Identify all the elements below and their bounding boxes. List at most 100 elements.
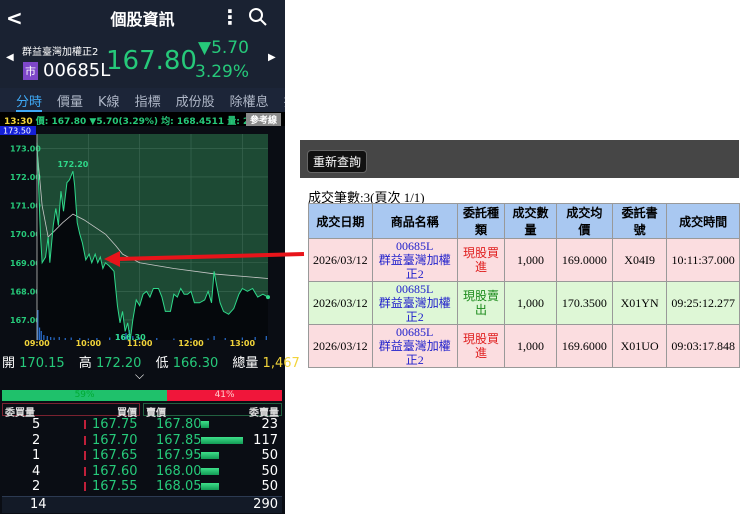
quote-line: 13:30 價: 167.80 ▼5.70(3.29%) 均: 168.4511… <box>0 112 285 127</box>
tab-kline[interactable]: K線 <box>98 88 120 112</box>
query-toolbar: 重新查詢 <box>300 140 739 178</box>
orderbook-row: 2 167.55 168.05 50 <box>2 479 282 495</box>
product[interactable]: 00685L 群益臺灣加權正2 <box>371 324 458 368</box>
order-number: X01UO <box>611 324 668 368</box>
prev-stock-icon[interactable]: ◀ <box>6 52 14 63</box>
bid-volume-bar <box>84 435 86 445</box>
bid-price[interactable]: 167.60 <box>92 464 138 479</box>
bid-ask-ratio-bar: 59% 41% <box>2 390 282 401</box>
tab-price-volume[interactable]: 價量 <box>57 88 83 112</box>
bid-price[interactable]: 167.70 <box>92 433 138 448</box>
volume-label: 總量 <box>232 356 259 371</box>
requery-button[interactable]: 重新查詢 <box>307 150 368 173</box>
chevron-down-icon[interactable]: ⌵ <box>135 368 144 383</box>
tab-discount[interactable]: 折 <box>284 88 285 112</box>
ask-volume: 50 <box>261 479 278 494</box>
product-name: 群益臺灣加權正2 <box>378 296 451 324</box>
product[interactable]: 00685L 群益臺灣加權正2 <box>371 281 458 325</box>
trade-date: 2026/03/12 <box>308 238 373 282</box>
orderbook: 5 167.75 167.80 23 2 167.70 167.85 117 1 1… <box>2 417 282 495</box>
x-tick-label: 13:00 <box>230 339 256 348</box>
intraday-chart: 173.00172.00171.00170.00169.00168.00167.… <box>0 126 270 348</box>
stock-app: < 個股資訊 ⋮ ◀ ▶ 群益臺灣加權正2 市 00685L 167.80 ▼5… <box>0 0 300 514</box>
order-type: 現股賣出 <box>456 281 506 325</box>
bid-price[interactable]: 167.55 <box>92 479 138 494</box>
ask-volume: 23 <box>261 417 278 432</box>
product-code: 00685L <box>396 239 434 253</box>
trade-table: 成交日期 商品名稱 委託種類 成交數量 成交均價 委託書號 成交時間 2026/03/12 … <box>308 203 740 368</box>
ask-volume-bar <box>201 483 220 490</box>
ask-volume: 117 <box>253 432 278 448</box>
bid-volume-bar <box>84 482 86 491</box>
bid-volume: 1 <box>32 448 41 463</box>
ask-volume-bar <box>201 452 220 459</box>
last-price: 167.80 <box>106 46 197 76</box>
stock-name: 群益臺灣加權正2 <box>22 47 99 58</box>
low-label: 低 <box>155 356 169 371</box>
stock-code: 00685L <box>43 60 111 81</box>
orderbook-row: 5 167.75 167.80 23 <box>2 417 282 433</box>
avg-price: 170.3500 <box>555 281 613 325</box>
trade-time: 10:11:37.000 <box>666 238 740 282</box>
back-icon[interactable]: < <box>6 6 23 30</box>
page-title: 個股資訊 <box>110 10 175 29</box>
tab-intraday[interactable]: 分時 <box>16 88 43 112</box>
ask-volume-bar <box>201 467 220 475</box>
search-icon[interactable] <box>248 7 268 27</box>
top-price-label: 173.50 <box>3 127 31 136</box>
high-label: 高 <box>78 356 92 371</box>
ask-price[interactable]: 168.05 <box>156 479 202 494</box>
more-icon[interactable]: ⋮ <box>220 5 240 29</box>
bid-volume-bar <box>84 451 86 460</box>
low-value: 166.30 <box>172 356 219 371</box>
column-header: 商品名稱 <box>371 203 458 239</box>
order-type: 現股買進 <box>456 324 506 368</box>
trade-qty: 1,000 <box>504 238 557 282</box>
avg-price: 169.6000 <box>555 324 613 368</box>
ask-price[interactable]: 167.95 <box>156 448 202 463</box>
column-header: 成交日期 <box>308 203 373 239</box>
next-stock-icon[interactable]: ▶ <box>268 52 276 63</box>
price-change: ▼5.70 <box>198 38 249 58</box>
tab-dividends[interactable]: 除權息 <box>230 88 269 112</box>
ask-price[interactable]: 167.80 <box>156 417 202 432</box>
table-row: 2026/03/12 00685L 群益臺灣加權正2 現股買進 1,000 169… <box>308 238 740 282</box>
bid-price[interactable]: 167.75 <box>92 417 138 432</box>
x-tick-label: 09:00 <box>24 339 50 348</box>
trade-date: 2026/03/12 <box>308 324 373 368</box>
tab-components[interactable]: 成份股 <box>176 88 215 112</box>
ask-price[interactable]: 168.00 <box>156 464 202 479</box>
market-badge: 市 <box>23 62 38 80</box>
reference-line-button[interactable]: 參考線 <box>245 113 281 126</box>
ask-price[interactable]: 167.85 <box>156 433 202 448</box>
column-header: 成交數量 <box>504 203 557 239</box>
stock-summary: ◀ ▶ 群益臺灣加權正2 市 00685L 167.80 ▼5.70 3.29% <box>0 36 285 88</box>
orderbook-row: 4 167.60 168.00 50 <box>2 464 282 480</box>
trade-time: 09:03:17.848 <box>666 324 740 368</box>
orderbook-total: 14 290 <box>2 496 282 513</box>
product[interactable]: 00685L 群益臺灣加權正2 <box>371 238 458 282</box>
orderbook-row: 2 167.70 167.85 117 <box>2 433 282 449</box>
ask-volume: 50 <box>261 448 278 463</box>
bid-volume: 2 <box>32 432 41 448</box>
x-tick-label: 10:00 <box>76 339 102 348</box>
buy-ratio: 59% <box>2 390 168 401</box>
open-value: 170.15 <box>19 356 65 371</box>
volume-value: 1,467 <box>262 356 300 371</box>
total-bid-volume: 14 <box>30 497 47 512</box>
product-name: 群益臺灣加權正2 <box>378 253 451 281</box>
product-code: 00685L <box>396 282 434 296</box>
column-header: 委託書號 <box>611 203 668 239</box>
last-price-dot <box>266 295 270 300</box>
order-type: 現股買進 <box>456 238 506 282</box>
bid-price[interactable]: 167.65 <box>92 448 138 463</box>
bid-volume-bar <box>84 466 86 476</box>
trade-date: 2026/03/12 <box>308 281 373 325</box>
tab-bar: 分時 價量 K線 指標 成份股 除權息 折 <box>0 88 285 112</box>
tab-indicators[interactable]: 指標 <box>135 88 161 112</box>
sell-ratio: 41% <box>167 390 282 401</box>
product-code: 00685L <box>396 325 434 339</box>
table-row: 2026/03/12 00685L 群益臺灣加權正2 現股買進 1,000 169… <box>308 324 740 368</box>
trade-qty: 1,000 <box>504 324 557 368</box>
bid-volume: 2 <box>32 479 41 494</box>
